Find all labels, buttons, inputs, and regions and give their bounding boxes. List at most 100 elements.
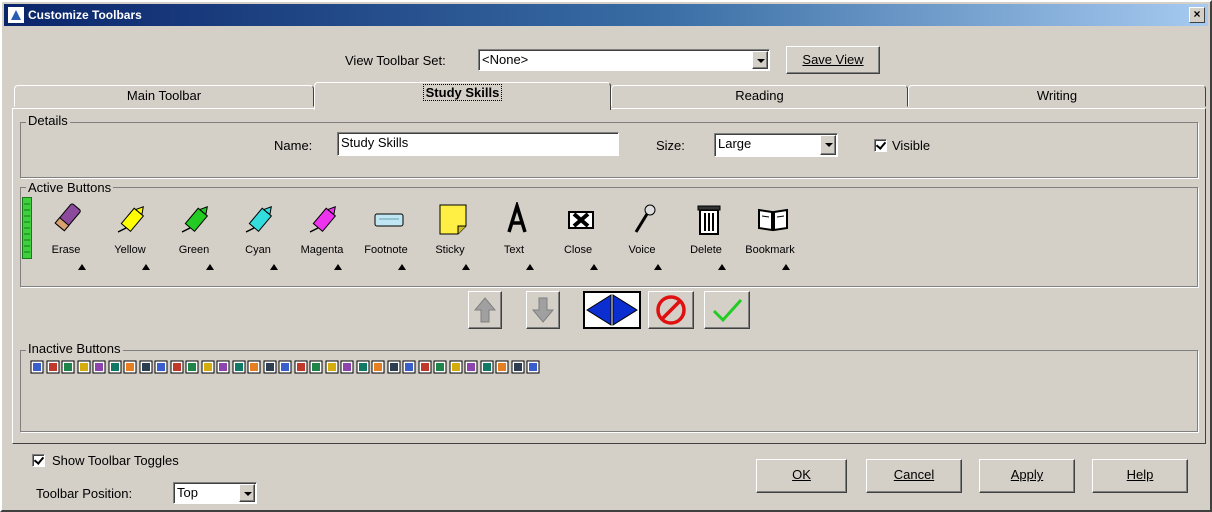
name-input[interactable]: Study Skills — [337, 132, 619, 156]
color-picker-icon[interactable] — [433, 360, 447, 374]
active-button-magenta[interactable]: Magenta — [294, 202, 354, 282]
view-toolbar-set-select[interactable]: <None> — [478, 49, 770, 71]
eye-icon[interactable] — [511, 360, 525, 374]
sort-icon[interactable] — [309, 360, 323, 374]
print-icon[interactable] — [46, 360, 60, 374]
spell-check-icon[interactable] — [278, 360, 292, 374]
list-icon[interactable] — [356, 360, 370, 374]
active-button-green[interactable]: Green — [166, 202, 226, 282]
reader-icon[interactable] — [201, 360, 215, 374]
close-button[interactable]: × — [1189, 7, 1205, 23]
arrow-marker-icon — [398, 264, 406, 270]
inactive-buttons-title: Inactive Buttons — [26, 341, 123, 356]
active-buttons-title: Active Buttons — [26, 180, 114, 195]
active-button-footnote[interactable]: Footnote — [358, 202, 418, 282]
pen-icon[interactable] — [480, 360, 494, 374]
calculator-icon[interactable] — [371, 360, 385, 374]
magenta-highlighter-icon — [309, 205, 337, 233]
find-icon[interactable] — [294, 360, 308, 374]
blank-box-icon[interactable] — [418, 360, 432, 374]
active-button-cyan[interactable]: Cyan — [230, 202, 290, 282]
book-blue-icon[interactable] — [170, 360, 184, 374]
link-icon[interactable] — [216, 360, 230, 374]
eraser-icon — [54, 203, 81, 232]
footnote-icon — [374, 213, 404, 227]
table-icon[interactable] — [263, 360, 277, 374]
green-highlighter-icon — [181, 205, 209, 233]
chevron-down-icon[interactable] — [752, 51, 768, 69]
add-button[interactable] — [704, 291, 750, 329]
help-icon[interactable] — [232, 360, 246, 374]
active-button-text[interactable]: Text — [486, 202, 546, 282]
visible-label: Visible — [892, 138, 931, 153]
save-view-button[interactable]: Save View — [786, 46, 880, 74]
print-preview-icon[interactable] — [77, 360, 91, 374]
size-select[interactable]: Large — [714, 133, 838, 157]
active-button-yellow[interactable]: Yellow — [102, 202, 162, 282]
app-icon — [8, 7, 24, 23]
arrow-marker-icon — [526, 264, 534, 270]
toolbar-position-label: Toolbar Position: — [36, 486, 133, 501]
tab-reading[interactable]: Reading — [611, 85, 908, 107]
grid-icon[interactable] — [247, 360, 261, 374]
play-icon[interactable] — [123, 360, 137, 374]
toolbar-position-select[interactable]: Top — [173, 482, 257, 504]
name-label: Name: — [274, 138, 313, 153]
picture-icon[interactable] — [402, 360, 416, 374]
chevron-down-icon[interactable] — [239, 484, 255, 502]
rewind-icon[interactable] — [108, 360, 122, 374]
show-toolbar-toggles-label: Show Toolbar Toggles — [52, 453, 179, 468]
arrow-marker-icon — [590, 264, 598, 270]
open-icon[interactable] — [92, 360, 106, 374]
arrow-marker-icon — [142, 264, 150, 270]
help-button[interactable]: Help — [1092, 459, 1188, 493]
arrow-marker-icon — [718, 264, 726, 270]
fast-forward-icon[interactable] — [139, 360, 153, 374]
new-doc-icon[interactable] — [30, 360, 44, 374]
checkmark-icon — [712, 298, 743, 323]
arrow-marker-icon — [462, 264, 470, 270]
move-up-button[interactable] — [468, 291, 502, 329]
tab-main-toolbar[interactable]: Main Toolbar — [14, 85, 314, 107]
window-title: Customize Toolbars — [28, 8, 142, 22]
active-button-sticky[interactable]: Sticky — [422, 202, 482, 282]
book-red-icon[interactable] — [185, 360, 199, 374]
active-button-bookmark[interactable]: Bookmark — [742, 202, 802, 282]
close-x-icon — [568, 211, 594, 229]
pencil-icon[interactable] — [464, 360, 478, 374]
arrow-marker-icon — [78, 264, 86, 270]
no-entry-icon — [656, 295, 686, 325]
arrow-marker-icon — [782, 264, 790, 270]
customize-toolbars-dialog: Customize Toolbars × View Toolbar Set: <… — [0, 0, 1212, 512]
view-toolbar-set-label: View Toolbar Set: — [345, 53, 446, 68]
apply-button[interactable]: Apply — [979, 459, 1075, 493]
ok-button[interactable]: OK — [756, 459, 847, 493]
volume-icon[interactable] — [154, 360, 168, 374]
toolbar-grip[interactable] — [22, 197, 32, 259]
remove-button[interactable] — [648, 291, 694, 329]
tab-writing[interactable]: Writing — [908, 85, 1206, 107]
show-toolbar-toggles-checkbox[interactable] — [32, 454, 45, 467]
active-button-delete[interactable]: Delete — [678, 202, 738, 282]
chevron-down-icon[interactable] — [820, 135, 836, 155]
globe-icon[interactable] — [340, 360, 354, 374]
cancel-button[interactable]: Cancel — [866, 459, 962, 493]
cyan-highlighter-icon — [245, 205, 273, 233]
active-button-voice[interactable]: Voice — [614, 202, 674, 282]
arrow-marker-icon — [270, 264, 278, 270]
speech-bubble-icon[interactable] — [449, 360, 463, 374]
zoom-icon[interactable] — [325, 360, 339, 374]
active-button-close[interactable]: Close — [550, 202, 610, 282]
visible-checkbox[interactable] — [874, 139, 887, 152]
sticky-note-icon — [439, 204, 467, 235]
chart-icon[interactable] — [387, 360, 401, 374]
title-bar: Customize Toolbars × — [4, 4, 1208, 26]
move-left-right-button[interactable] — [583, 291, 641, 329]
microphone-icon — [634, 204, 656, 233]
rainbow-icon[interactable] — [526, 360, 540, 374]
tab-study-skills[interactable]: Study Skills — [314, 82, 611, 110]
move-down-button[interactable] — [526, 291, 560, 329]
save-icon[interactable] — [61, 360, 75, 374]
read-aloud-icon[interactable] — [495, 360, 509, 374]
active-button-erase[interactable]: Erase — [38, 202, 98, 282]
